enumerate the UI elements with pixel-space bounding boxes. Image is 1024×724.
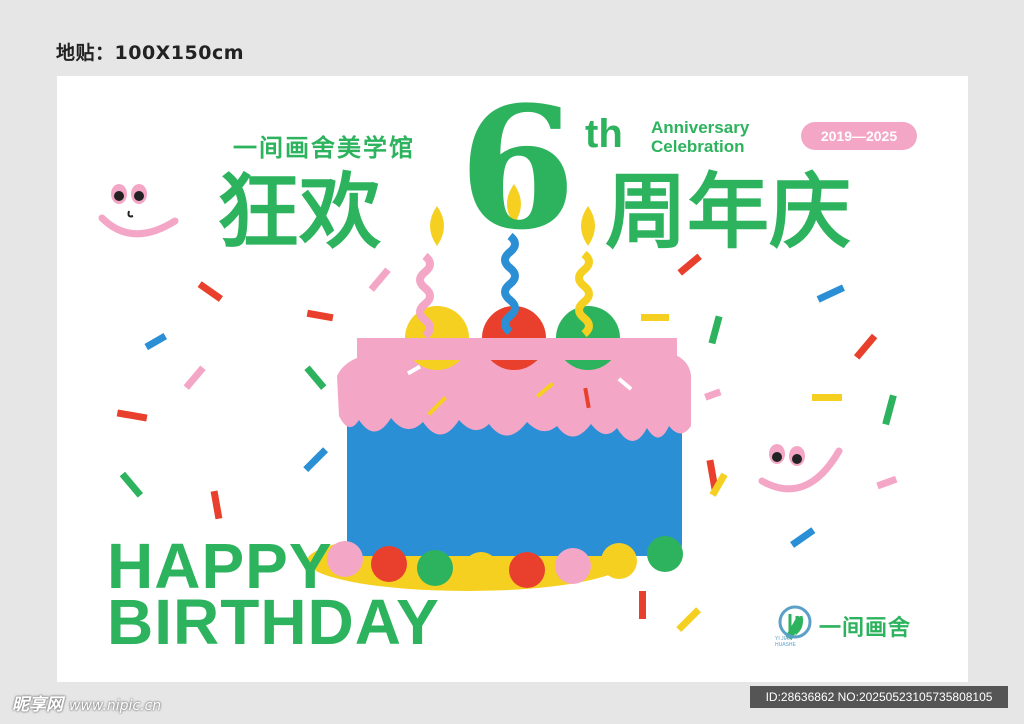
birthday-text: BIRTHDAY [107, 586, 440, 658]
birthday-cake-icon [307, 306, 691, 591]
watermark-id: ID:28636862 NO:20250523105735808105 [750, 686, 1008, 708]
smiley-face-icon [758, 444, 843, 493]
anniversary-poster: 一间画舍美学馆 狂欢 6 th Anniversary Celebration … [57, 76, 968, 682]
watermark-site-name: 昵享网 [12, 695, 63, 715]
title-left: 狂欢 [217, 165, 382, 260]
title-suffix: th [585, 112, 623, 156]
title-right: 周年庆 [605, 165, 852, 260]
anniversary-line-2: Celebration [651, 137, 745, 156]
watermark-site-url: www.nipic.cn [69, 698, 162, 714]
anniversary-text: Anniversary Celebration [651, 118, 749, 156]
watermark-site: 昵享网 www.nipic.cn [12, 690, 161, 715]
logo-sub-line-2: HUASHE [775, 642, 796, 648]
size-spec-label: 地贴：100X150cm [56, 42, 245, 64]
logo-text: 一间画舍 [819, 616, 912, 641]
years-badge: 2019—2025 [801, 122, 917, 150]
title-number: 6 [459, 76, 576, 267]
brand-name: 一间画舍美学馆 [233, 134, 415, 162]
anniversary-line-1: Anniversary [651, 118, 750, 137]
smiley-face-icon [98, 184, 179, 238]
logo-subtitle: YI JIAN HUASHE [775, 636, 796, 648]
